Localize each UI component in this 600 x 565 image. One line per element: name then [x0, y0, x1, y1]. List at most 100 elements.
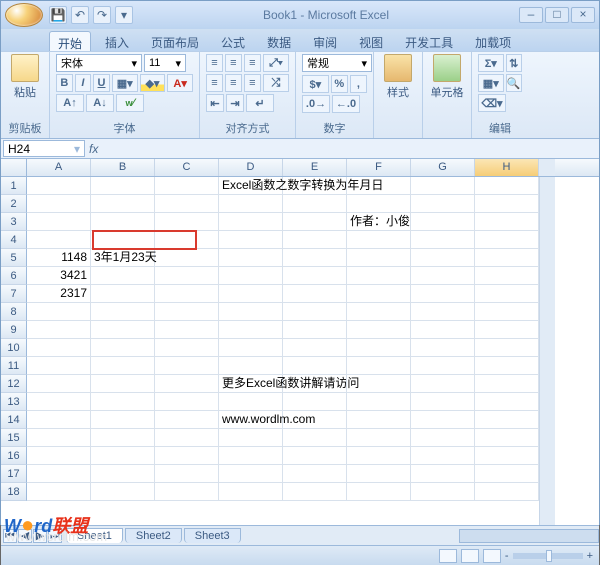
cell-B8[interactable]: [91, 303, 155, 321]
cell-H14[interactable]: [475, 411, 539, 429]
cell-D2[interactable]: [219, 195, 283, 213]
percent-button[interactable]: %: [331, 75, 348, 93]
comma-button[interactable]: ,: [350, 75, 367, 93]
number-format-combo[interactable]: 常规▾: [302, 54, 372, 72]
cell-A8[interactable]: [27, 303, 91, 321]
cell-G8[interactable]: [411, 303, 475, 321]
vertical-scrollbar[interactable]: [539, 177, 555, 525]
cell-E4[interactable]: [283, 231, 347, 249]
cell-B1[interactable]: [91, 177, 155, 195]
cell-G1[interactable]: [411, 177, 475, 195]
cell-E2[interactable]: [283, 195, 347, 213]
clear-button[interactable]: ⌫▾: [478, 94, 506, 112]
shrink-font-button[interactable]: A↓: [86, 94, 114, 112]
undo-icon[interactable]: ↶: [71, 6, 89, 24]
row-header-6[interactable]: 6: [1, 267, 27, 285]
cell-C3[interactable]: [155, 213, 219, 231]
tab-review[interactable]: 审阅: [305, 31, 345, 51]
tab-addins[interactable]: 加载项: [467, 31, 519, 51]
cell-F5[interactable]: [347, 249, 411, 267]
cell-D4[interactable]: [219, 231, 283, 249]
cell-A14[interactable]: [27, 411, 91, 429]
cell-G4[interactable]: [411, 231, 475, 249]
tab-home[interactable]: 开始: [49, 31, 91, 51]
cell-B2[interactable]: [91, 195, 155, 213]
row-header-16[interactable]: 16: [1, 447, 27, 465]
cell-C18[interactable]: [155, 483, 219, 501]
row-header-14[interactable]: 14: [1, 411, 27, 429]
cell-H3[interactable]: [475, 213, 539, 231]
cell-E14[interactable]: [283, 411, 347, 429]
underline-button[interactable]: U: [93, 74, 110, 92]
cell-D3[interactable]: [219, 213, 283, 231]
row-header-15[interactable]: 15: [1, 429, 27, 447]
cell-E17[interactable]: [283, 465, 347, 483]
save-icon[interactable]: 💾: [49, 6, 67, 24]
sheet-tab-3[interactable]: Sheet3: [184, 528, 241, 543]
cell-F6[interactable]: [347, 267, 411, 285]
row-header-7[interactable]: 7: [1, 285, 27, 303]
cell-B16[interactable]: [91, 447, 155, 465]
merge-button[interactable]: ⤮: [263, 74, 289, 92]
col-header-H[interactable]: H: [475, 159, 539, 176]
cell-B17[interactable]: [91, 465, 155, 483]
cell-B18[interactable]: [91, 483, 155, 501]
col-header-G[interactable]: G: [411, 159, 475, 176]
cell-F1[interactable]: [347, 177, 411, 195]
cell-H9[interactable]: [475, 321, 539, 339]
row-header-3[interactable]: 3: [1, 213, 27, 231]
cell-C8[interactable]: [155, 303, 219, 321]
cell-H7[interactable]: [475, 285, 539, 303]
cell-E8[interactable]: [283, 303, 347, 321]
cell-F8[interactable]: [347, 303, 411, 321]
view-pagelayout-button[interactable]: [461, 549, 479, 563]
cell-D5[interactable]: [219, 249, 283, 267]
currency-button[interactable]: $▾: [302, 75, 329, 93]
align-right-button[interactable]: ≡: [244, 74, 261, 92]
cell-F9[interactable]: [347, 321, 411, 339]
cell-A10[interactable]: [27, 339, 91, 357]
align-middle-button[interactable]: ≡: [225, 54, 242, 72]
cell-G18[interactable]: [411, 483, 475, 501]
cell-D13[interactable]: [219, 393, 283, 411]
cell-C7[interactable]: [155, 285, 219, 303]
cell-F4[interactable]: [347, 231, 411, 249]
cell-G11[interactable]: [411, 357, 475, 375]
cell-D9[interactable]: [219, 321, 283, 339]
cell-G16[interactable]: [411, 447, 475, 465]
select-all-corner[interactable]: [1, 159, 27, 176]
border-button[interactable]: ▦▾: [112, 74, 138, 92]
cell-C6[interactable]: [155, 267, 219, 285]
zoom-out-button[interactable]: -: [505, 550, 509, 562]
cell-D1[interactable]: Excel函数之数字转换为年月日: [219, 177, 283, 195]
align-left-button[interactable]: ≡: [206, 74, 223, 92]
cell-F13[interactable]: [347, 393, 411, 411]
cell-A6[interactable]: 3421: [27, 267, 91, 285]
horizontal-scrollbar[interactable]: [459, 529, 599, 543]
cell-F12[interactable]: [347, 375, 411, 393]
increase-indent-button[interactable]: ⇥: [226, 94, 244, 112]
cell-A15[interactable]: [27, 429, 91, 447]
cell-C14[interactable]: [155, 411, 219, 429]
cell-E18[interactable]: [283, 483, 347, 501]
paste-button[interactable]: 粘贴: [7, 54, 43, 100]
font-size-combo[interactable]: 11▾: [144, 54, 186, 72]
cell-F14[interactable]: [347, 411, 411, 429]
cell-D7[interactable]: [219, 285, 283, 303]
maximize-button[interactable]: □: [545, 7, 569, 23]
grow-font-button[interactable]: A↑: [56, 94, 84, 112]
close-button[interactable]: ×: [571, 7, 595, 23]
font-color-button[interactable]: A▾: [167, 74, 193, 92]
decrease-decimal-button[interactable]: ←.0: [332, 95, 360, 113]
cell-C16[interactable]: [155, 447, 219, 465]
cells-button[interactable]: 单元格: [429, 54, 465, 100]
cell-C12[interactable]: [155, 375, 219, 393]
font-name-combo[interactable]: 宋体▾: [56, 54, 142, 72]
fill-color-button[interactable]: ◆▾: [140, 74, 166, 92]
find-button[interactable]: 🔍: [506, 74, 522, 92]
cell-H11[interactable]: [475, 357, 539, 375]
cell-D14[interactable]: www.wordlm.com: [219, 411, 283, 429]
cell-E6[interactable]: [283, 267, 347, 285]
cell-C1[interactable]: [155, 177, 219, 195]
cell-H18[interactable]: [475, 483, 539, 501]
